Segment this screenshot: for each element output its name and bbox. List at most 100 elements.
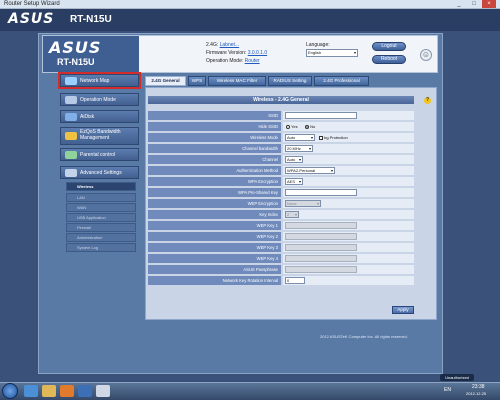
ssid-info: 2.4G: Labnet... xyxy=(206,42,239,48)
wep-key-1-input[interactable] xyxy=(285,222,357,229)
key-rotation-input[interactable]: 0 xyxy=(285,277,305,284)
window-title: Router Setup Wizard xyxy=(4,1,60,7)
maximize-button[interactable]: □ xyxy=(467,0,481,8)
ssid-input[interactable] xyxy=(285,112,357,119)
start-button[interactable] xyxy=(2,383,18,399)
status-face-icon[interactable]: ☺ xyxy=(420,49,432,61)
sidebar-item-label: Parental control xyxy=(80,152,116,158)
bandwidth-select[interactable]: 20 MHz xyxy=(285,145,313,152)
help-icon[interactable]: ? xyxy=(424,97,431,104)
row-wep-key-1: WEP Key 1 xyxy=(148,220,414,231)
language-select[interactable]: English xyxy=(306,49,358,57)
wep-encryption-label: WEP Encryption xyxy=(148,199,281,208)
key-rotation-label: Network Key Rotation Interval xyxy=(148,276,281,285)
sidebar-item-label: EzQoS Bandwidth Management xyxy=(80,129,121,141)
reboot-button[interactable]: Reboot xyxy=(372,55,406,64)
firefox-icon[interactable] xyxy=(60,385,74,397)
sidebar-sub-system-log[interactable]: System Log xyxy=(66,243,136,252)
sidebar-item-network-map[interactable]: Network Map xyxy=(58,72,141,89)
tab-wireless-mac-filter[interactable]: Wireless MAC Filter xyxy=(208,76,266,86)
radio-selected-icon xyxy=(305,124,309,129)
wep-key-4-input[interactable] xyxy=(285,255,357,262)
window-titlebar: Router Setup Wizard _ □ × xyxy=(0,0,500,9)
app-icon[interactable] xyxy=(78,385,92,397)
opmode-info: Operation Mode: Router xyxy=(206,58,260,64)
ssid-link[interactable]: Labnet... xyxy=(220,42,239,48)
tray-status-button[interactable]: Unauthorized xyxy=(440,374,474,381)
asus-passphrase-label: ASUS Passphrase xyxy=(148,265,281,274)
router-logo: ASUS xyxy=(49,38,102,57)
advanced-settings-icon xyxy=(65,169,77,177)
model-name: RT-N15U xyxy=(70,14,112,25)
wpa-encryption-select[interactable]: AES xyxy=(285,178,303,185)
checkbox-icon xyxy=(319,135,323,140)
network-map-icon xyxy=(65,77,77,85)
logout-button[interactable]: Logout xyxy=(372,42,406,51)
wireless-mode-label: Wireless Mode xyxy=(148,133,281,142)
language-indicator[interactable]: EN xyxy=(444,387,451,393)
firmware-link[interactable]: 3.0.0.1.0 xyxy=(248,50,267,56)
sidebar-sub-wan[interactable]: WAN xyxy=(66,203,136,212)
sidebar-item-advanced-settings[interactable]: Advanced Settings xyxy=(60,166,139,179)
hide-ssid-label: Hide SSID xyxy=(148,122,281,131)
clock-date[interactable]: 2012.12.25 xyxy=(466,391,486,396)
operation-mode-icon xyxy=(65,96,77,104)
hide-ssid-yes[interactable]: Yes xyxy=(286,123,298,130)
firmware-label: Firmware Version: xyxy=(206,50,247,56)
apply-button[interactable]: Apply xyxy=(392,306,414,314)
tab-24g-general[interactable]: 2.4G General xyxy=(145,76,186,86)
ssid-label: SSID xyxy=(148,111,281,120)
wep-key-2-input[interactable] xyxy=(285,233,357,240)
clock-time[interactable]: 23:38 xyxy=(472,384,485,390)
auth-label: Authentication Method xyxy=(148,166,281,175)
asus-logo: ASUS xyxy=(8,11,55,27)
row-wireless-mode: Wireless Mode Auto bg Protection xyxy=(148,132,414,143)
ie-icon[interactable] xyxy=(24,385,38,397)
wpa-key-input[interactable] xyxy=(285,189,357,196)
row-bandwidth: Channel bandwidth 20 MHz xyxy=(148,143,414,154)
wep-key-4-label: WEP Key 4 xyxy=(148,254,281,263)
aidisk-icon xyxy=(65,113,77,121)
sidebar-sub-firewall[interactable]: Firewall xyxy=(66,223,136,232)
asus-passphrase-input[interactable] xyxy=(285,266,357,273)
opmode-link[interactable]: Router xyxy=(245,58,260,64)
tab-24g-professional[interactable]: 2.4G Professional xyxy=(314,76,369,86)
close-button[interactable]: × xyxy=(482,0,496,8)
copyright-text: 2012 ASUSTeK Computer Inc. All rights re… xyxy=(320,334,408,339)
sidebar-item-label: Operation Mode xyxy=(80,97,116,103)
router-window-icon[interactable] xyxy=(96,385,110,397)
row-key-index: Key Index 2 xyxy=(148,209,414,220)
row-hide-ssid: Hide SSID Yes No xyxy=(148,121,414,132)
wireless-mode-select[interactable]: Auto xyxy=(285,134,315,141)
sidebar-sub-usb-application[interactable]: USB Application xyxy=(66,213,136,222)
row-wep-key-2: WEP Key 2 xyxy=(148,231,414,242)
key-index-select[interactable]: 2 xyxy=(285,211,299,218)
sidebar-item-aidisk[interactable]: AiDisk xyxy=(60,110,139,123)
row-wep-key-3: WEP Key 3 xyxy=(148,242,414,253)
tab-wps[interactable]: WPS xyxy=(188,76,206,86)
sidebar-item-ezqos[interactable]: EzQoS Bandwidth Management xyxy=(60,127,139,145)
wep-encryption-select[interactable]: None xyxy=(285,200,321,207)
sidebar-sub-wireless[interactable]: Wireless xyxy=(66,182,136,191)
ssid-label: 2.4G: xyxy=(206,42,219,48)
tab-radius-setting[interactable]: RADIUS Setting xyxy=(268,76,312,86)
channel-select[interactable]: Auto xyxy=(285,156,303,163)
wep-key-3-input[interactable] xyxy=(285,244,357,251)
taskbar xyxy=(0,382,500,400)
sidebar-item-parental-control[interactable]: Parental control xyxy=(60,148,139,161)
sidebar-item-label: AiDisk xyxy=(80,114,95,120)
sidebar-item-label: Network Map xyxy=(80,78,110,84)
parental-control-icon xyxy=(65,151,77,159)
hide-ssid-no[interactable]: No xyxy=(305,123,315,130)
content-title: Wireless - 2.4G General xyxy=(148,96,414,104)
auth-select[interactable]: WPA2-Personal xyxy=(285,167,335,174)
sidebar-sub-lan[interactable]: LAN xyxy=(66,193,136,202)
row-channel: Channel Auto xyxy=(148,154,414,165)
sidebar-item-operation-mode[interactable]: Operation Mode xyxy=(60,93,139,106)
ezqos-icon xyxy=(65,132,77,140)
sidebar-sub-administration[interactable]: Administration xyxy=(66,233,136,242)
explorer-icon[interactable] xyxy=(42,385,56,397)
key-index-label: Key Index xyxy=(148,210,281,219)
bg-protection-checkbox[interactable]: bg Protection xyxy=(319,134,348,141)
minimize-button[interactable]: _ xyxy=(452,0,466,8)
